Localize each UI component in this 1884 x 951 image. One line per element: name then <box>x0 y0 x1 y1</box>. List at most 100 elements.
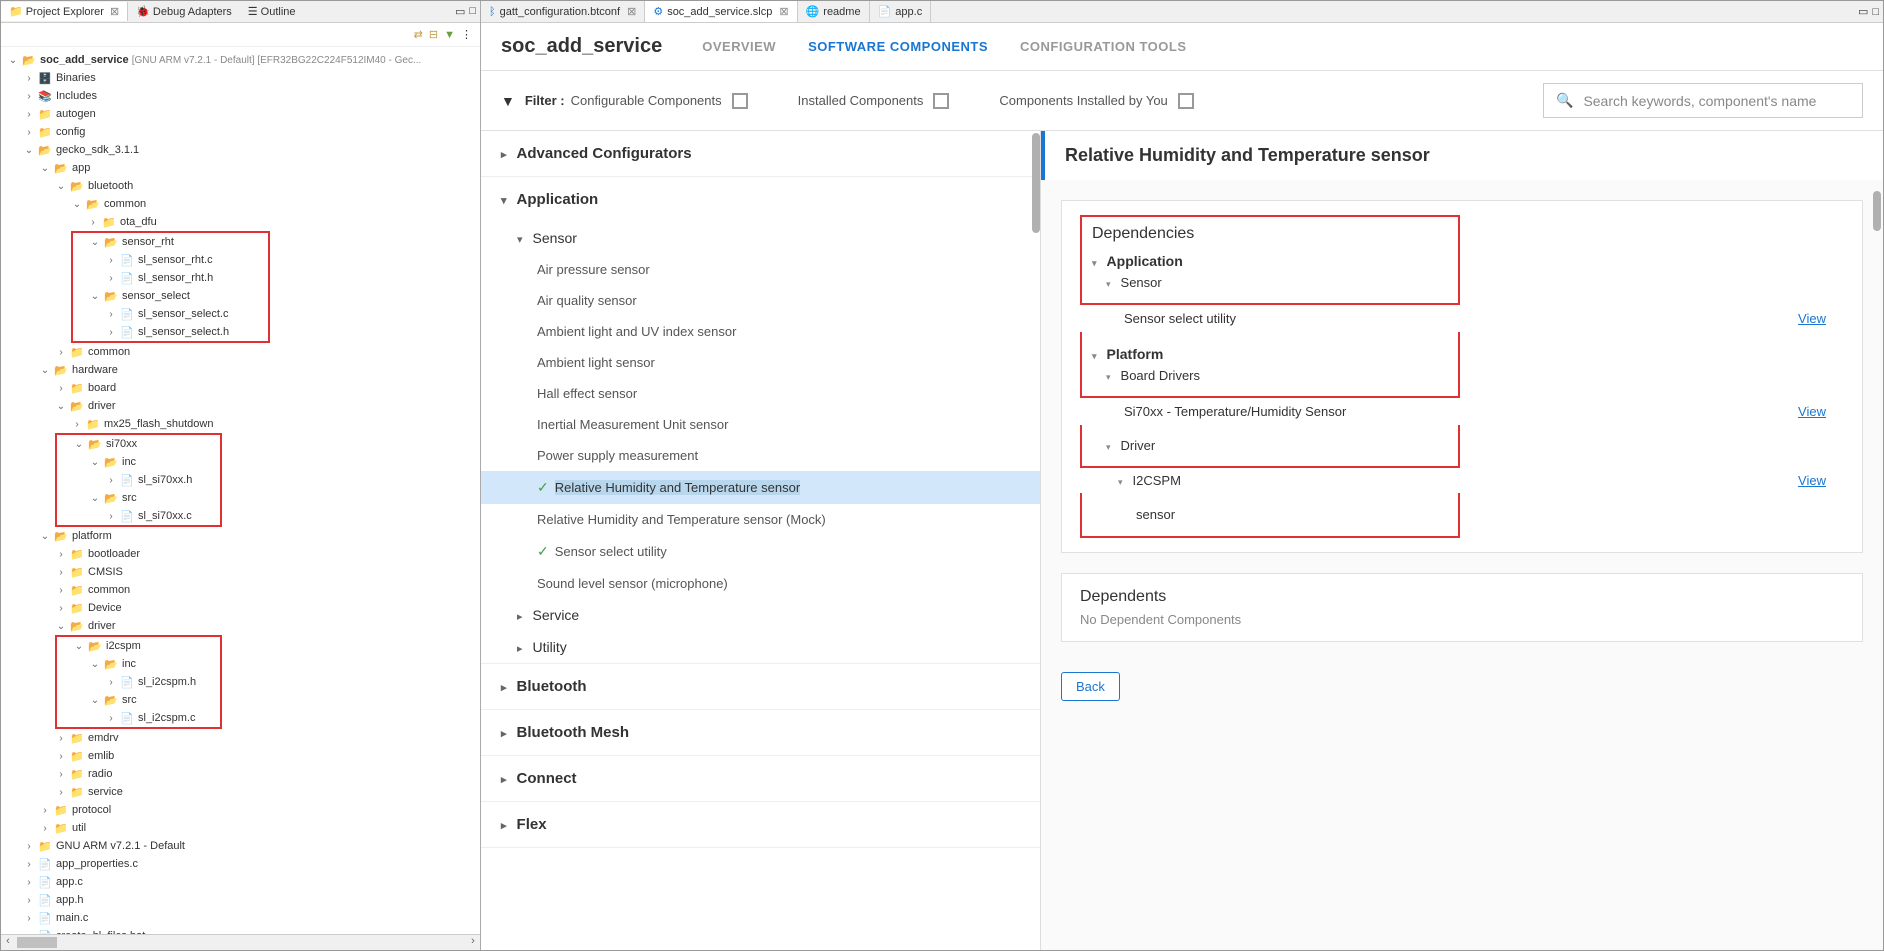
menu-icon[interactable]: ⋮ <box>461 28 472 41</box>
tab-configuration-tools[interactable]: CONFIGURATION TOOLS <box>1020 39 1186 54</box>
project-root[interactable]: ⌄📂 soc_add_service [GNU ARM v7.2.1 - Def… <box>1 51 480 69</box>
tree-autogen[interactable]: ›📁autogen <box>1 105 480 123</box>
maximize-icon[interactable]: □ <box>1872 6 1879 18</box>
item-rht-mock[interactable]: Relative Humidity and Temperature sensor… <box>481 504 1040 535</box>
tree-sensor-select[interactable]: ⌄📂sensor_select <box>73 287 268 305</box>
tree-app-h[interactable]: ›📄app.h <box>1 891 480 909</box>
checkbox[interactable] <box>933 93 949 109</box>
tree-sl-sensor-rht-c[interactable]: ›📄sl_sensor_rht.c <box>73 251 268 269</box>
item-air-pressure[interactable]: Air pressure sensor <box>481 254 1040 285</box>
tree-sl-i2cspm-c[interactable]: ›📄sl_i2cspm.c <box>57 709 220 727</box>
item-ambient-uv[interactable]: Ambient light and UV index sensor <box>481 316 1040 347</box>
dep-platform[interactable]: Platform <box>1092 346 1448 362</box>
close-icon[interactable]: ⊠ <box>627 5 636 18</box>
tree-sl-sensor-select-c[interactable]: ›📄sl_sensor_select.c <box>73 305 268 323</box>
tree-sl-i2cspm-h[interactable]: ›📄sl_i2cspm.h <box>57 673 220 691</box>
tree-driver2[interactable]: ⌄📂driver <box>1 617 480 635</box>
search-input[interactable]: 🔍 Search keywords, component's name <box>1543 83 1863 118</box>
tab-readme[interactable]: 🌐readme <box>798 1 870 22</box>
dep-i2cspm[interactable]: I2CSPM <box>1118 473 1844 488</box>
close-icon[interactable]: ⊠ <box>110 5 119 18</box>
tab-appc[interactable]: 📄app.c <box>870 1 932 22</box>
tree-ota-dfu[interactable]: ›📁ota_dfu <box>1 213 480 231</box>
dep-sensor[interactable]: Sensor <box>1106 275 1448 290</box>
item-sound[interactable]: Sound level sensor (microphone) <box>481 568 1040 599</box>
tab-outline[interactable]: ☰ Outline <box>240 2 304 21</box>
tree-service[interactable]: ›📁service <box>1 783 480 801</box>
item-imu[interactable]: Inertial Measurement Unit sensor <box>481 409 1040 440</box>
tab-slcp[interactable]: ⚙soc_add_service.slcp⊠ <box>645 1 797 22</box>
item-air-quality[interactable]: Air quality sensor <box>481 285 1040 316</box>
collapse-icon[interactable]: ⊟ <box>429 28 438 41</box>
tree-i2cspm[interactable]: ⌄📂i2cspm <box>57 637 220 655</box>
close-icon[interactable]: ⊠ <box>779 5 788 18</box>
tree-emdrv[interactable]: ›📁emdrv <box>1 729 480 747</box>
view-link[interactable]: View <box>1798 473 1826 488</box>
item-rht[interactable]: ✓Relative Humidity and Temperature senso… <box>481 471 1040 504</box>
tree-main-c[interactable]: ›📄main.c <box>1 909 480 927</box>
tree-app-properties[interactable]: ›📄app_properties.c <box>1 855 480 873</box>
tree-sl-sensor-select-h[interactable]: ›📄sl_sensor_select.h <box>73 323 268 341</box>
subsection-utility[interactable]: Utility <box>481 631 1040 663</box>
tree-sl-sensor-rht-h[interactable]: ›📄sl_sensor_rht.h <box>73 269 268 287</box>
back-button[interactable]: Back <box>1061 672 1120 701</box>
tree-common2[interactable]: ›📁common <box>1 343 480 361</box>
tree-includes[interactable]: ›📚Includes <box>1 87 480 105</box>
tab-gatt[interactable]: ᛒgatt_configuration.btconf⊠ <box>481 1 645 22</box>
item-hall[interactable]: Hall effect sensor <box>481 378 1040 409</box>
tree-inc2[interactable]: ⌄📂inc <box>57 655 220 673</box>
tab-software-components[interactable]: SOFTWARE COMPONENTS <box>808 39 988 54</box>
subsection-service[interactable]: Service <box>481 599 1040 631</box>
horizontal-scrollbar[interactable]: ‹ › <box>1 934 480 950</box>
link-icon[interactable]: ⇄ <box>414 28 423 41</box>
view-link[interactable]: View <box>1798 311 1826 326</box>
tree-driver[interactable]: ⌄📂driver <box>1 397 480 415</box>
section-advanced[interactable]: Advanced Configurators <box>481 131 1040 176</box>
maximize-icon[interactable]: □ <box>469 5 476 18</box>
tab-debug-adapters[interactable]: 🐞 Debug Adapters <box>128 2 240 21</box>
dep-application[interactable]: Application <box>1092 253 1448 269</box>
section-application[interactable]: Application <box>481 177 1040 222</box>
checkbox[interactable] <box>1178 93 1194 109</box>
tree-common3[interactable]: ›📁common <box>1 581 480 599</box>
tree-config[interactable]: ›📁config <box>1 123 480 141</box>
tree-src[interactable]: ⌄📂src <box>57 489 220 507</box>
item-sensor-select[interactable]: ✓Sensor select utility <box>481 535 1040 568</box>
tree-hardware[interactable]: ⌄📂hardware <box>1 361 480 379</box>
tree-create-bl[interactable]: 📄create_bl_files.bat <box>1 927 480 934</box>
tree-common[interactable]: ⌄📂common <box>1 195 480 213</box>
filter-configurable[interactable]: Configurable Components <box>571 93 748 109</box>
tree-src2[interactable]: ⌄📂src <box>57 691 220 709</box>
section-connect[interactable]: Connect <box>481 756 1040 801</box>
filter-installed[interactable]: Installed Components <box>798 93 950 109</box>
tree-board[interactable]: ›📁board <box>1 379 480 397</box>
tree-gecko-sdk[interactable]: ⌄📂gecko_sdk_3.1.1 <box>1 141 480 159</box>
item-power[interactable]: Power supply measurement <box>481 440 1040 471</box>
checkbox[interactable] <box>732 93 748 109</box>
tree-cmsis[interactable]: ›📁CMSIS <box>1 563 480 581</box>
tree-sl-si70xx-c[interactable]: ›📄sl_si70xx.c <box>57 507 220 525</box>
tree-bootloader[interactable]: ›📁bootloader <box>1 545 480 563</box>
tree-bluetooth[interactable]: ⌄📂bluetooth <box>1 177 480 195</box>
tree-sl-si70xx-h[interactable]: ›📄sl_si70xx.h <box>57 471 220 489</box>
tree-inc[interactable]: ⌄📂inc <box>57 453 220 471</box>
tree-app-c[interactable]: ›📄app.c <box>1 873 480 891</box>
minimize-icon[interactable]: ▭ <box>1858 5 1868 18</box>
subsection-sensor[interactable]: Sensor <box>481 222 1040 254</box>
tree-app[interactable]: ⌄📂app <box>1 159 480 177</box>
dep-board-drivers[interactable]: Board Drivers <box>1106 368 1448 383</box>
filter-icon[interactable]: ▼ <box>444 29 455 41</box>
dep-driver[interactable]: Driver <box>1106 438 1448 453</box>
tree-protocol[interactable]: ›📁protocol <box>1 801 480 819</box>
tree-gnu-arm[interactable]: ›📁GNU ARM v7.2.1 - Default <box>1 837 480 855</box>
scrollbar-thumb[interactable] <box>1032 133 1040 233</box>
view-link[interactable]: View <box>1798 404 1826 419</box>
item-ambient[interactable]: Ambient light sensor <box>481 347 1040 378</box>
tree-si70xx[interactable]: ⌄📂si70xx <box>57 435 220 453</box>
tab-project-explorer[interactable]: 📁 Project Explorer ⊠ <box>1 2 128 21</box>
tab-overview[interactable]: OVERVIEW <box>702 39 776 54</box>
tree-mx25[interactable]: ›📁mx25_flash_shutdown <box>1 415 480 433</box>
scrollbar-thumb[interactable] <box>1873 191 1881 231</box>
tree-radio[interactable]: ›📁radio <box>1 765 480 783</box>
section-bt-mesh[interactable]: Bluetooth Mesh <box>481 710 1040 755</box>
